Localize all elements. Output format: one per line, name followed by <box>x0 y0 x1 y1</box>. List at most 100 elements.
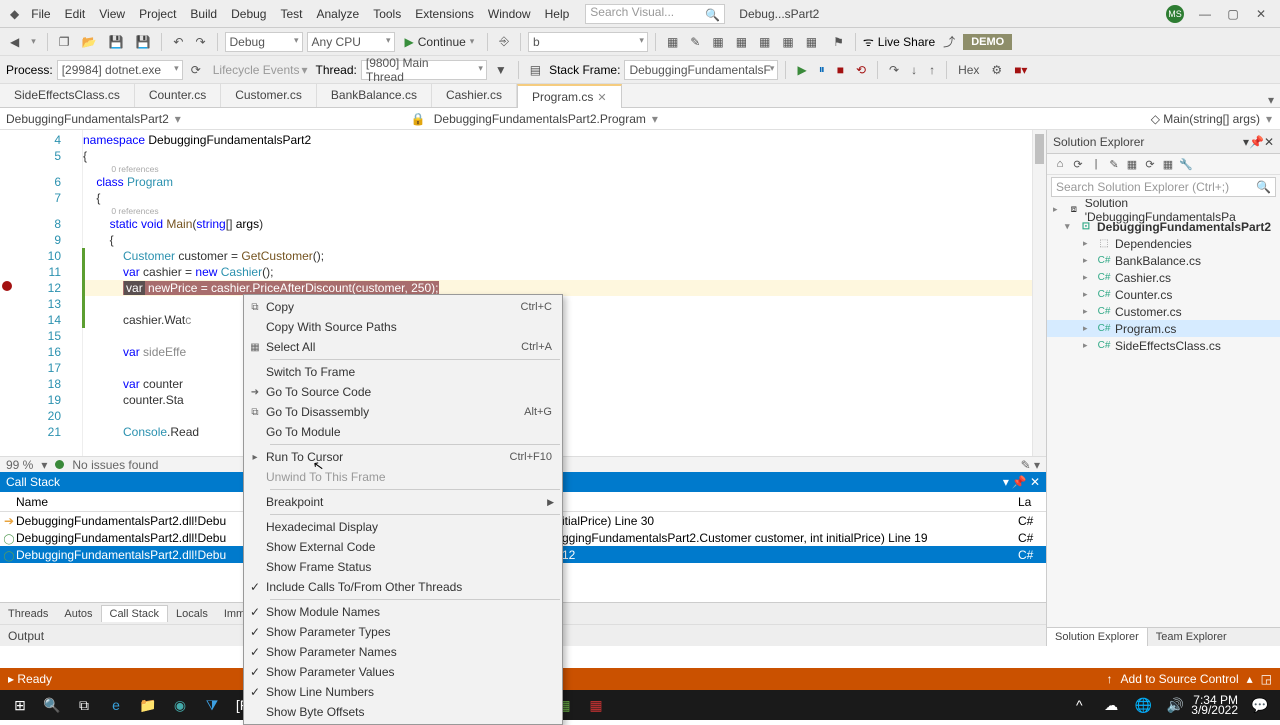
panel-pin-icon[interactable]: 📌 <box>1012 475 1027 489</box>
flag-icon[interactable]: ⚑ <box>829 34 848 50</box>
menu-analyze[interactable]: Analyze <box>311 5 366 23</box>
panel-close-icon[interactable]: ✕ <box>1030 475 1040 489</box>
menu-help[interactable]: Help <box>539 5 576 23</box>
vscode-icon[interactable]: ⧩ <box>196 690 228 720</box>
solution-bottom-tab[interactable]: Team Explorer <box>1148 628 1235 646</box>
step-out-icon[interactable]: ↑ <box>925 62 939 78</box>
context-menu-item[interactable]: ⧉ Copy Ctrl+C <box>244 297 562 317</box>
search-taskbar-icon[interactable]: 🔍 <box>36 690 68 720</box>
panel-close-icon[interactable]: ✕ <box>1264 135 1274 149</box>
onedrive-icon[interactable]: ☁ <box>1095 690 1127 720</box>
context-menu-item[interactable]: ▦ Select All Ctrl+A <box>244 337 562 357</box>
add-source-control[interactable]: Add to Source Control <box>1121 672 1239 686</box>
volume-icon[interactable]: 🔊 <box>1159 690 1191 720</box>
tool-icon[interactable]: ■▾ <box>1010 62 1031 78</box>
tool-icon[interactable]: ▦ <box>663 34 682 50</box>
solution-search-input[interactable]: Search Solution Explorer (Ctrl+;)🔍 <box>1051 177 1276 197</box>
config-combo[interactable]: Debug <box>225 32 303 52</box>
b-combo[interactable]: b <box>528 32 648 52</box>
menu-window[interactable]: Window <box>482 5 537 23</box>
tool-tab[interactable]: Locals <box>168 606 216 622</box>
menu-project[interactable]: Project <box>133 5 182 23</box>
context-menu-item[interactable]: Go To Module <box>244 422 562 442</box>
project-crumb[interactable]: DebuggingFundamentalsPart2 <box>6 112 169 126</box>
thread-combo[interactable]: [9800] Main Thread <box>361 60 487 80</box>
context-menu-item[interactable]: Show Frame Status <box>244 557 562 577</box>
sync-icon[interactable]: ⟳ <box>1071 157 1085 171</box>
step-into-icon[interactable]: ↓ <box>907 62 921 78</box>
tool-icon[interactable]: ▦ <box>732 34 751 50</box>
tool-tab[interactable]: Threads <box>0 606 56 622</box>
tool-icon[interactable]: ▦ <box>1161 157 1175 171</box>
tray-up-icon[interactable]: ^ <box>1063 690 1095 720</box>
tree-project[interactable]: ▾⊡DebuggingFundamentalsPart2 <box>1047 218 1280 235</box>
menu-view[interactable]: View <box>93 5 131 23</box>
crlf-indicator[interactable]: ✎ ▾ <box>1021 458 1040 472</box>
context-menu-item[interactable]: ✓ Include Calls To/From Other Threads <box>244 577 562 597</box>
panel-dropdown-icon[interactable]: ▾ <box>1003 475 1009 489</box>
notifications-taskbar-icon[interactable]: 💬 <box>1244 690 1276 720</box>
file-tab[interactable]: Counter.cs <box>135 83 221 107</box>
context-menu-item[interactable]: Hexadecimal Display <box>244 517 562 537</box>
tool-icon[interactable]: ✎ <box>1107 157 1121 171</box>
tree-item[interactable]: ▸C#Cashier.cs <box>1047 269 1280 286</box>
file-tab[interactable]: BankBalance.cs <box>317 83 432 107</box>
tab-overflow-icon[interactable]: ▾ <box>1262 93 1280 107</box>
panel-pin-icon[interactable]: 📌 <box>1249 135 1264 149</box>
menu-edit[interactable]: Edit <box>59 5 92 23</box>
avatar[interactable]: MS <box>1166 5 1184 23</box>
task-view-icon[interactable]: ⧉ <box>68 690 100 720</box>
app-icon[interactable]: ▦ <box>580 690 612 720</box>
restart-icon[interactable]: ⟲ <box>852 62 870 78</box>
minimize-button[interactable]: — <box>1192 4 1218 24</box>
play-icon[interactable]: ▶ <box>793 62 810 78</box>
open-icon[interactable]: 📂 <box>78 34 101 50</box>
notifications-icon[interactable]: ◲ <box>1261 672 1272 686</box>
filter-icon[interactable]: ▼ <box>491 62 511 78</box>
context-menu-item[interactable]: ✓ Show Parameter Values <box>244 662 562 682</box>
tool-icon[interactable]: ▦ <box>778 34 797 50</box>
wrench-icon[interactable]: 🔧 <box>1179 157 1193 171</box>
menu-file[interactable]: File <box>25 5 56 23</box>
maximize-button[interactable]: ▢ <box>1220 4 1246 24</box>
tree-item[interactable]: ▸C#Customer.cs <box>1047 303 1280 320</box>
pause-icon[interactable]: ⏸ <box>815 61 829 78</box>
nav-back-icon[interactable]: ◀ <box>6 34 23 50</box>
tool-tab[interactable]: Call Stack <box>101 605 169 622</box>
tree-item[interactable]: ▸C#Program.cs <box>1047 320 1280 337</box>
explorer-icon[interactable]: 📁 <box>132 690 164 720</box>
continue-button[interactable]: ▶Continue▾ <box>399 34 481 50</box>
step-over-icon[interactable]: ↷ <box>885 62 903 78</box>
save-all-icon[interactable]: 💾 <box>131 34 154 50</box>
new-item-icon[interactable]: ❐ <box>55 34 74 50</box>
redo-icon[interactable]: ↷ <box>191 34 209 50</box>
context-menu-item[interactable]: ✓ Show Parameter Names <box>244 642 562 662</box>
lifecycle-events[interactable]: Lifecycle Events ▾ <box>209 62 312 78</box>
context-menu-item[interactable]: Copy With Source Paths <box>244 317 562 337</box>
class-crumb[interactable]: DebuggingFundamentalsPart2.Program <box>434 112 646 126</box>
start-button[interactable]: ⊞ <box>4 690 36 720</box>
save-icon[interactable]: 💾 <box>104 34 127 50</box>
live-share-button[interactable]: ᯤ Live Share <box>863 33 935 50</box>
menu-build[interactable]: Build <box>184 5 223 23</box>
stack-icon[interactable]: ▤ <box>526 62 545 78</box>
tool-icon[interactable]: ✎ <box>686 34 704 50</box>
file-tab[interactable]: Cashier.cs <box>432 83 517 107</box>
context-menu-item[interactable]: ➜ Go To Source Code <box>244 382 562 402</box>
context-menu-item[interactable]: ✓ Show Line Numbers <box>244 682 562 702</box>
tool-icon[interactable]: ▦ <box>802 34 821 50</box>
context-menu-item[interactable]: Show Byte Offsets <box>244 702 562 722</box>
solution-bottom-tab[interactable]: Solution Explorer <box>1047 628 1148 646</box>
context-menu-item[interactable]: Switch To Frame <box>244 362 562 382</box>
member-crumb[interactable]: ◇ Main(string[] args) <box>1151 112 1260 126</box>
close-icon[interactable]: ✕ <box>597 91 606 104</box>
nav-dropdown[interactable] <box>27 35 40 48</box>
tool-icon[interactable]: ⚙ <box>987 62 1006 78</box>
process-combo[interactable]: [29984] dotnet.exe <box>57 60 183 80</box>
tool-icon[interactable]: ▦ <box>755 34 774 50</box>
cycle-icon[interactable]: ⟳ <box>187 62 205 78</box>
close-button[interactable]: ✕ <box>1248 4 1274 24</box>
tool-icon[interactable]: ▦ <box>1125 157 1139 171</box>
feedback-icon[interactable]: ⤴ <box>939 32 959 51</box>
menu-extensions[interactable]: Extensions <box>409 5 480 23</box>
